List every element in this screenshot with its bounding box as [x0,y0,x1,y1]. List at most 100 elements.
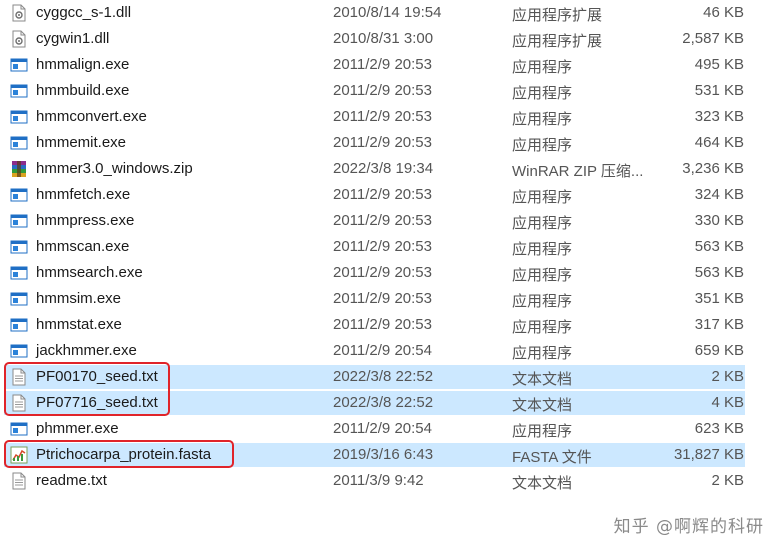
file-row[interactable]: hmmpress.exe 2011/2/9 20:53 应用程序 330 KB [0,208,782,234]
file-date: 2011/2/9 20:54 [333,420,432,437]
exe-window-icon [10,342,28,360]
file-name: hmmer3.0_windows.zip [36,160,193,177]
file-date: 2011/2/9 20:53 [333,108,432,125]
highlight-box-seed-files [4,362,170,416]
file-date: 2011/3/9 9:42 [333,472,424,489]
dll-gear-icon [10,4,28,22]
file-size: 351 KB [694,290,744,307]
file-type: 应用程序 [512,267,573,284]
file-type: FASTA 文件 [512,449,592,466]
file-type: 应用程序扩展 [512,7,603,24]
file-size: 495 KB [694,56,744,73]
file-row[interactable]: phmmer.exe 2011/2/9 20:54 应用程序 623 KB [0,416,782,442]
file-date: 2022/3/8 22:52 [333,368,434,385]
file-size: 3,236 KB [682,160,744,177]
exe-window-icon [10,420,28,438]
file-date: 2010/8/14 19:54 [333,4,442,21]
file-name: cyggcc_s-1.dll [36,4,132,21]
dll-gear-icon [10,30,28,48]
file-date: 2011/2/9 20:53 [333,290,432,307]
file-type: 应用程序 [512,345,573,362]
exe-window-icon [10,290,28,308]
file-type: 应用程序 [512,137,573,154]
exe-window-icon [10,212,28,230]
file-size: 324 KB [694,186,744,203]
file-date: 2011/2/9 20:54 [333,342,432,359]
exe-window-icon [10,108,28,126]
file-size: 317 KB [694,316,744,333]
file-date: 2011/2/9 20:53 [333,82,432,99]
file-row[interactable]: hmmconvert.exe 2011/2/9 20:53 应用程序 323 KB [0,104,782,130]
file-row[interactable]: hmmfetch.exe 2011/2/9 20:53 应用程序 324 KB [0,182,782,208]
file-type: 应用程序 [512,85,573,102]
file-size: 464 KB [694,134,744,151]
file-type: 应用程序 [512,111,573,128]
file-row[interactable]: hmmsim.exe 2011/2/9 20:53 应用程序 351 KB [0,286,782,312]
file-name: cygwin1.dll [36,30,110,47]
file-date: 2011/2/9 20:53 [333,212,432,229]
file-name: readme.txt [36,472,107,489]
file-name: hmmemit.exe [36,134,127,151]
file-row[interactable]: hmmstat.exe 2011/2/9 20:53 应用程序 317 KB [0,312,782,338]
file-size: 330 KB [694,212,744,229]
highlight-box-fasta-file [4,440,234,468]
file-name: hmmalign.exe [36,56,130,73]
file-name: jackhmmer.exe [36,342,137,359]
file-date: 2011/2/9 20:53 [333,56,432,73]
file-size: 659 KB [694,342,744,359]
file-list: cyggcc_s-1.dll 2010/8/14 19:54 应用程序扩展 46 KB… [0,0,782,494]
file-date: 2011/2/9 20:53 [333,238,432,255]
file-type: 应用程序 [512,59,573,76]
file-type: 应用程序扩展 [512,33,603,50]
file-row[interactable]: hmmbuild.exe 2011/2/9 20:53 应用程序 531 KB [0,78,782,104]
file-date: 2011/2/9 20:53 [333,186,432,203]
file-size: 323 KB [694,108,744,125]
exe-window-icon [10,186,28,204]
file-type: 文本文档 [512,371,573,388]
exe-window-icon [10,238,28,256]
exe-window-icon [10,264,28,282]
file-row[interactable]: cygwin1.dll 2010/8/31 3:00 应用程序扩展 2,587 KB [0,26,782,52]
text-document-icon [10,472,28,490]
exe-window-icon [10,82,28,100]
file-row[interactable]: hmmsearch.exe 2011/2/9 20:53 应用程序 563 KB [0,260,782,286]
file-row[interactable]: hmmemit.exe 2011/2/9 20:53 应用程序 464 KB [0,130,782,156]
file-row[interactable]: readme.txt 2011/3/9 9:42 文本文档 2 KB [0,468,782,494]
file-row[interactable]: hmmalign.exe 2011/2/9 20:53 应用程序 495 KB [0,52,782,78]
file-date: 2022/3/8 19:34 [333,160,434,177]
file-size: 46 KB [703,4,744,21]
winrar-zip-icon [10,160,28,178]
file-date: 2011/2/9 20:53 [333,264,432,281]
file-row[interactable]: hmmscan.exe 2011/2/9 20:53 应用程序 563 KB [0,234,782,260]
file-row[interactable]: cyggcc_s-1.dll 2010/8/14 19:54 应用程序扩展 46 KB [0,0,782,26]
file-size: 563 KB [694,264,744,281]
file-type: 应用程序 [512,423,573,440]
file-name: hmmbuild.exe [36,82,130,99]
file-type: 文本文档 [512,475,573,492]
watermark: 知乎 @啊辉的科研 [613,517,764,537]
file-name: hmmscan.exe [36,238,130,255]
file-size: 531 KB [694,82,744,99]
file-name: hmmstat.exe [36,316,122,333]
file-date: 2010/8/31 3:00 [333,30,434,47]
file-name: hmmsearch.exe [36,264,143,281]
file-type: 应用程序 [512,319,573,336]
file-size: 2 KB [711,368,744,385]
file-type: 应用程序 [512,241,573,258]
file-size: 4 KB [711,394,744,411]
file-size: 623 KB [694,420,744,437]
exe-window-icon [10,56,28,74]
file-row[interactable]: jackhmmer.exe 2011/2/9 20:54 应用程序 659 KB [0,338,782,364]
file-date: 2019/3/16 6:43 [333,446,434,463]
file-date: 2011/2/9 20:53 [333,316,432,333]
file-name: hmmfetch.exe [36,186,131,203]
file-type: 应用程序 [512,293,573,310]
exe-window-icon [10,316,28,334]
file-row[interactable]: hmmer3.0_windows.zip 2022/3/8 19:34 WinRAR… [0,156,782,182]
file-name: hmmsim.exe [36,290,122,307]
file-name: hmmpress.exe [36,212,135,229]
exe-window-icon [10,134,28,152]
file-size: 31,827 KB [673,446,744,463]
file-name: phmmer.exe [36,420,119,437]
file-name: hmmconvert.exe [36,108,147,125]
